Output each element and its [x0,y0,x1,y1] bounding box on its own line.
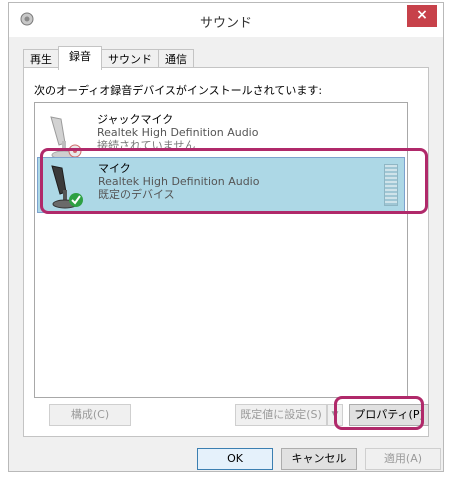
cancel-button[interactable]: キャンセル [281,448,357,470]
tab-communications[interactable]: 通信 [158,49,194,69]
device-name: ジャックマイク [97,113,174,126]
tab-playback[interactable]: 再生 [23,49,59,69]
window-title: サウンド [199,16,252,31]
apply-button[interactable]: 適用(A) [365,448,441,470]
highlight-mic-device [40,148,428,214]
set-default-button[interactable]: 既定値に設定(S) [235,404,327,426]
highlight-properties-button [334,396,424,430]
configure-button[interactable]: 構成(C) [49,404,131,426]
ok-button[interactable]: OK [197,448,273,470]
recording-panel: 次のオーディオ録音デバイスがインストールされています: ジャックマイク Real… [23,67,429,437]
device-list: ジャックマイク Realtek High Definition Audio 接続… [34,102,408,398]
panel-description: 次のオーディオ録音デバイスがインストールされています: [34,84,323,97]
close-button[interactable]: × [407,5,437,27]
tab-recording[interactable]: 録音 [58,46,102,70]
device-driver: Realtek High Definition Audio [97,126,259,139]
tab-strip: 再生 録音 サウンド 通信 [23,46,194,70]
title-bar: サウンド × [9,3,443,37]
tab-sounds[interactable]: サウンド [101,49,159,69]
